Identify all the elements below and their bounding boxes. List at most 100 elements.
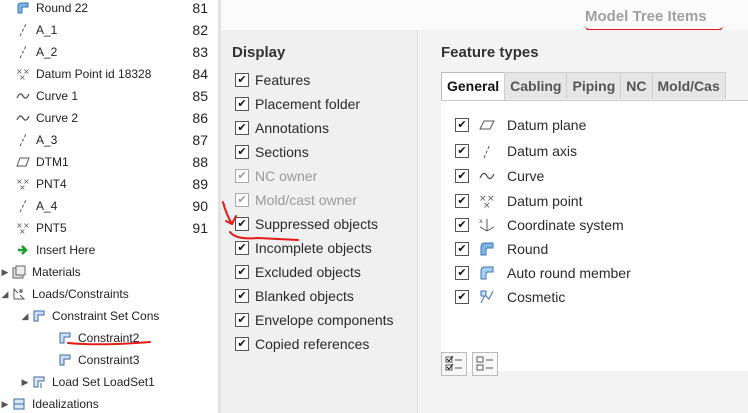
type-round[interactable]: ✔ Round — [455, 238, 548, 260]
tree-item-curve2[interactable]: Curve 2 — [0, 107, 170, 129]
tree-item-insert-here[interactable]: Insert Here — [0, 239, 170, 261]
tree-item-a1[interactable]: A_1 — [0, 19, 170, 41]
checkbox-checked-icon[interactable]: ✔ — [455, 242, 469, 256]
tree-item-dtm1[interactable]: DTM1 — [0, 151, 170, 173]
checkbox-checked-icon[interactable]: ✔ — [235, 289, 249, 303]
tree-item-datum-point[interactable]: × × × Datum Point id 18328 — [0, 63, 170, 85]
option-incomplete-objects[interactable]: ✔ Incomplete objects — [235, 237, 372, 259]
tree-item-a4[interactable]: A_4 — [0, 195, 170, 217]
tree-item-constraint-set[interactable]: ◢ Constraint Set Cons — [0, 305, 170, 327]
tree-item-curve1[interactable]: Curve 1 — [0, 85, 170, 107]
deselect-all-button[interactable] — [472, 352, 498, 376]
datum-axis-icon — [479, 143, 495, 159]
tree-item-label: Curve 2 — [36, 111, 79, 125]
checkbox-checked-icon[interactable]: ✔ — [235, 241, 249, 255]
tree-item-constraint3[interactable]: Constraint3 — [0, 349, 170, 371]
cosmetic-icon — [479, 289, 495, 305]
feature-number: 89 — [192, 176, 208, 192]
type-curve[interactable]: ✔ Curve — [455, 165, 544, 187]
tab-mold-cast[interactable]: Mold/Cas — [651, 72, 726, 99]
tree-item-label: DTM1 — [36, 155, 69, 169]
checkbox-checked-icon[interactable]: ✔ — [235, 265, 249, 279]
type-label: Datum axis — [507, 143, 578, 159]
option-placement-folder[interactable]: ✔ Placement folder — [235, 93, 360, 115]
checkbox-checked-icon[interactable]: ✔ — [455, 218, 469, 232]
tree-item-idealizations[interactable]: ▶ Idealizations — [0, 393, 170, 413]
curve-icon — [16, 111, 30, 125]
option-blanked-objects[interactable]: ✔ Blanked objects — [235, 285, 354, 307]
round-icon — [16, 1, 30, 15]
display-panel: Display ✔ Features ✔ Placement folder ✔ Ann… — [221, 30, 418, 413]
axis-icon — [16, 23, 30, 37]
type-datum-point[interactable]: ✔ × × × Datum point — [455, 190, 582, 212]
datum-point-icon: × × × — [16, 67, 30, 82]
option-label: Incomplete objects — [255, 240, 372, 256]
tree-item-constraint2[interactable]: Constraint2 — [0, 327, 170, 349]
option-nc-owner: ✔ NC owner — [235, 165, 317, 187]
general-tab-body: ✔ Datum plane ✔ Datum axis ✔ Curve ✔ × × ×… — [441, 100, 748, 371]
type-label: Round — [507, 241, 549, 257]
tab-general[interactable]: General — [441, 72, 506, 101]
expand-arrow-icon[interactable]: ▶ — [0, 267, 10, 278]
feature-number: 91 — [192, 220, 208, 236]
collapse-arrow-icon[interactable]: ◢ — [20, 311, 30, 322]
type-auto-round-member[interactable]: ✔ Auto round member — [455, 262, 631, 284]
svg-text:×: × — [19, 183, 26, 191]
expand-arrow-icon[interactable]: ▶ — [20, 377, 30, 388]
tree-item-pnt5[interactable]: × × × PNT5 — [0, 217, 170, 239]
checkbox-checked-icon[interactable]: ✔ — [235, 337, 249, 351]
expand-arrow-icon[interactable]: ▶ — [0, 399, 10, 410]
type-datum-axis[interactable]: ✔ Datum axis — [455, 140, 577, 162]
tree-item-round22[interactable]: Round 22 — [0, 0, 170, 19]
option-excluded-objects[interactable]: ✔ Excluded objects — [235, 261, 361, 283]
feature-tabs: General Cabling Piping NC Mold/Cas — [441, 72, 726, 101]
checkbox-checked-icon[interactable]: ✔ — [455, 144, 469, 158]
loads-icon — [12, 287, 26, 301]
checkbox-checked-icon[interactable]: ✔ — [235, 145, 249, 159]
select-all-button[interactable] — [441, 352, 467, 376]
option-copied-references[interactable]: ✔ Copied references — [235, 333, 369, 355]
checkbox-checked-icon[interactable]: ✔ — [235, 97, 249, 111]
type-cosmetic[interactable]: ✔ Cosmetic — [455, 286, 565, 308]
checkbox-checked-icon[interactable]: ✔ — [455, 194, 469, 208]
option-suppressed-objects[interactable]: ✔ Suppressed objects — [235, 213, 378, 235]
tab-nc[interactable]: NC — [620, 72, 653, 99]
tree-item-a3[interactable]: A_3 — [0, 129, 170, 151]
option-sections[interactable]: ✔ Sections — [235, 141, 309, 163]
checkbox-checked-icon[interactable]: ✔ — [235, 217, 249, 231]
checkbox-checked-icon[interactable]: ✔ — [235, 313, 249, 327]
option-envelope-components[interactable]: ✔ Envelope components — [235, 309, 394, 331]
curve-icon — [479, 168, 495, 184]
select-all-icon — [445, 355, 462, 371]
checkbox-checked-icon[interactable]: ✔ — [455, 266, 469, 280]
option-annotations[interactable]: ✔ Annotations — [235, 117, 329, 139]
collapse-arrow-icon[interactable]: ◢ — [0, 289, 10, 300]
checkbox-checked-icon[interactable]: ✔ — [235, 121, 249, 135]
tree-item-label: A_1 — [36, 23, 58, 37]
tree-item-label: Idealizations — [32, 397, 99, 411]
tree-item-label: Curve 1 — [36, 89, 79, 103]
tree-item-load-set[interactable]: ▶ Load Set LoadSet1 — [0, 371, 170, 393]
checkbox-checked-icon[interactable]: ✔ — [235, 73, 249, 87]
option-label: Sections — [255, 144, 309, 160]
tree-item-label: Loads/Constraints — [32, 287, 129, 301]
checkbox-checked-icon[interactable]: ✔ — [455, 169, 469, 183]
tab-cabling[interactable]: Cabling — [504, 72, 568, 99]
type-datum-plane[interactable]: ✔ Datum plane — [455, 114, 586, 136]
option-label: NC owner — [255, 168, 318, 184]
checkbox-checked-icon[interactable]: ✔ — [455, 290, 469, 304]
tree-item-pnt4[interactable]: × × × PNT4 — [0, 173, 170, 195]
option-features[interactable]: ✔ Features — [235, 69, 310, 91]
type-coordinate-system[interactable]: ✔ x Coordinate system — [455, 214, 624, 236]
tree-item-materials[interactable]: ▶ Materials — [0, 261, 170, 283]
tree-item-label: A_4 — [36, 199, 58, 213]
tree-item-a2[interactable]: A_2 — [0, 41, 170, 63]
tab-piping[interactable]: Piping — [566, 72, 622, 99]
type-label: Cosmetic — [507, 289, 566, 305]
tree-item-loads-constraints[interactable]: ◢ Loads/Constraints — [0, 283, 170, 305]
checkbox-checked-icon[interactable]: ✔ — [455, 118, 469, 132]
option-label: Excluded objects — [255, 264, 361, 280]
option-label: Suppressed objects — [255, 216, 378, 232]
tree-item-label: A_3 — [36, 133, 58, 147]
option-label: Envelope components — [255, 312, 394, 328]
